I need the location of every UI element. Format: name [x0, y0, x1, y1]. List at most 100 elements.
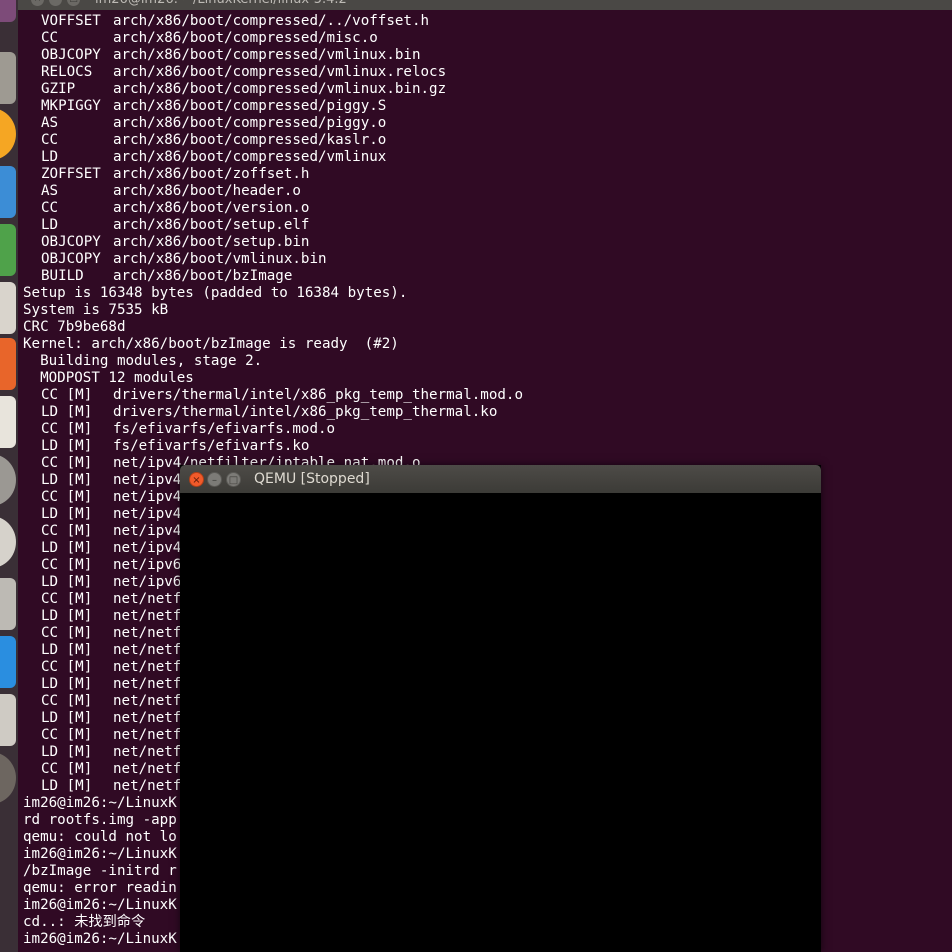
build-step-tag: CC [M]	[41, 591, 93, 607]
terminal-line-text: im26@im26:~/LinuxK	[23, 897, 177, 913]
terminal-line: OBJCOPY arch/x86/boot/setup.bin	[23, 234, 952, 251]
terminal-line: BUILD arch/x86/boot/bzImage	[23, 268, 952, 285]
build-step-tag: LD [M]	[41, 404, 93, 420]
build-step-tag: CC [M]	[41, 625, 93, 641]
build-step-tag: CC	[41, 132, 59, 148]
settings-icon[interactable]	[0, 454, 16, 506]
build-step-tag: LD [M]	[41, 506, 93, 522]
build-step-tag: LD [M]	[41, 574, 93, 590]
terminal-line-text: Setup is 16348 bytes (padded to 16384 by…	[23, 285, 408, 301]
build-step-tag: LD [M]	[41, 710, 93, 726]
terminal-line-text: net/netf	[113, 642, 182, 658]
build-step-tag: MKPIGGY	[41, 98, 101, 114]
build-step-tag: AS	[41, 183, 59, 199]
minimize-icon[interactable]: –	[207, 472, 222, 487]
terminal-line-text: net/netf	[113, 761, 182, 777]
terminal-line-text: arch/x86/boot/bzImage	[113, 268, 293, 284]
terminal-line-text: arch/x86/boot/vmlinux.bin	[113, 251, 327, 267]
terminal-line: CC arch/x86/boot/compressed/kaslr.o	[23, 132, 952, 149]
terminal-line-text: arch/x86/boot/version.o	[113, 200, 310, 216]
qemu-title: QEMU [Stopped]	[254, 471, 370, 487]
terminal-line-text: arch/x86/boot/setup.bin	[113, 234, 310, 250]
build-step-tag: CC [M]	[41, 761, 93, 777]
files-icon[interactable]	[0, 52, 16, 104]
terminal-line-text: net/netf	[113, 659, 182, 675]
build-step-tag: LD [M]	[41, 676, 93, 692]
terminal-line-text: arch/x86/boot/header.o	[113, 183, 301, 199]
terminal-line-text: MODPOST 12 modules	[23, 370, 194, 386]
terminal-line: CC arch/x86/boot/version.o	[23, 200, 952, 217]
terminal-line-text: drivers/thermal/intel/x86_pkg_temp_therm…	[113, 387, 523, 403]
terminal-line: Setup is 16348 bytes (padded to 16384 by…	[23, 285, 952, 302]
terminal-line-text: net/netf	[113, 710, 182, 726]
terminal-line-text: net/netf	[113, 591, 182, 607]
terminal-line-text: net/netf	[113, 778, 182, 794]
terminal-titlebar[interactable]: × – □ im26@im26: ~/LinuxKernel/linux-5.4…	[18, 0, 952, 10]
firefox-icon[interactable]	[0, 108, 16, 160]
terminal-line: CC [M] drivers/thermal/intel/x86_pkg_temp…	[23, 387, 952, 404]
terminal-line: LD [M] fs/efivarfs/efivarfs.ko	[23, 438, 952, 455]
build-step-tag: VOFFSET	[41, 13, 101, 29]
terminal-line: AS arch/x86/boot/compressed/piggy.o	[23, 115, 952, 132]
build-step-tag: CC [M]	[41, 455, 93, 471]
terminal-line-text: Building modules, stage 2.	[23, 353, 263, 369]
amazon-icon[interactable]	[0, 396, 16, 448]
build-step-tag: LD [M]	[41, 608, 93, 624]
terminal-line: ZOFFSET arch/x86/boot/zoffset.h	[23, 166, 952, 183]
terminal-line-text: net/ipv4	[113, 523, 182, 539]
terminal-line: LD [M] drivers/thermal/intel/x86_pkg_temp…	[23, 404, 952, 421]
close-icon[interactable]: ×	[31, 0, 44, 6]
build-step-tag: AS	[41, 115, 59, 131]
terminal-line: Kernel: arch/x86/boot/bzImage is ready (…	[23, 336, 952, 353]
libreoffice-calc-icon[interactable]	[0, 224, 16, 276]
terminal-line-text: /bzImage -initrd r	[23, 863, 177, 879]
maximize-icon[interactable]: □	[67, 0, 80, 6]
build-step-tag: LD [M]	[41, 540, 93, 556]
qemu-titlebar[interactable]: × – □ QEMU [Stopped]	[180, 465, 821, 493]
build-step-tag: CC [M]	[41, 421, 93, 437]
build-step-tag: LD [M]	[41, 438, 93, 454]
terminal-line-text: net/ipv4	[113, 506, 182, 522]
minimize-icon[interactable]: –	[49, 0, 62, 6]
build-step-tag: LD	[41, 149, 59, 165]
build-step-tag: BUILD	[41, 268, 84, 284]
qemu-display[interactable]	[180, 493, 821, 952]
terminal-line: RELOCS arch/x86/boot/compressed/vmlinux.r…	[23, 64, 952, 81]
terminal-line-text: fs/efivarfs/efivarfs.mod.o	[113, 421, 336, 437]
close-icon[interactable]: ×	[189, 472, 204, 487]
terminal-line-text: arch/x86/boot/compressed/piggy.o	[113, 115, 387, 131]
terminal-line-text: arch/x86/boot/compressed/piggy.S	[113, 98, 387, 114]
build-step-tag: CC [M]	[41, 659, 93, 675]
ubuntu-icon[interactable]	[0, 0, 16, 22]
text-editor-icon[interactable]	[0, 694, 16, 746]
terminal-line: GZIP arch/x86/boot/compressed/vmlinux.bin…	[23, 81, 952, 98]
terminal-line-text: arch/x86/boot/compressed/vmlinux.bin	[113, 47, 421, 63]
build-step-tag: CC	[41, 30, 59, 46]
terminal-line-text: Kernel: arch/x86/boot/bzImage is ready (…	[23, 336, 399, 352]
terminal-line: CC arch/x86/boot/compressed/misc.o	[23, 30, 952, 47]
terminal-line-text: net/ipv6	[113, 557, 182, 573]
terminal-line-text: net/netf	[113, 608, 182, 624]
terminal-line: VOFFSET arch/x86/boot/compressed/../voffs…	[23, 13, 952, 30]
terminal-line-text: arch/x86/boot/compressed/vmlinux	[113, 149, 387, 165]
terminal-line: OBJCOPY arch/x86/boot/compressed/vmlinux.…	[23, 47, 952, 64]
build-step-tag: CC [M]	[41, 727, 93, 743]
libreoffice-writer-icon[interactable]	[0, 166, 16, 218]
vscode-icon[interactable]	[0, 636, 16, 688]
terminal-line-text: drivers/thermal/intel/x86_pkg_temp_therm…	[113, 404, 498, 420]
build-step-tag: OBJCOPY	[41, 234, 101, 250]
build-step-tag: LD [M]	[41, 472, 93, 488]
help-icon[interactable]	[0, 516, 16, 568]
qemu-window[interactable]: × – □ QEMU [Stopped]	[180, 465, 821, 952]
terminal-line-text: arch/x86/boot/setup.elf	[113, 217, 310, 233]
terminal-line-text: net/ipv4	[113, 489, 182, 505]
terminal-line-text: net/ipv6	[113, 574, 182, 590]
terminal-line: System is 7535 kB	[23, 302, 952, 319]
terminal-line-text: System is 7535 kB	[23, 302, 169, 318]
terminal-line-text: net/netf	[113, 693, 182, 709]
terminal-icon[interactable]	[0, 578, 16, 630]
software-center-icon[interactable]	[0, 338, 16, 390]
gimp-icon[interactable]	[0, 752, 16, 804]
libreoffice-impress-icon[interactable]	[0, 282, 16, 334]
maximize-icon[interactable]: □	[226, 472, 241, 487]
